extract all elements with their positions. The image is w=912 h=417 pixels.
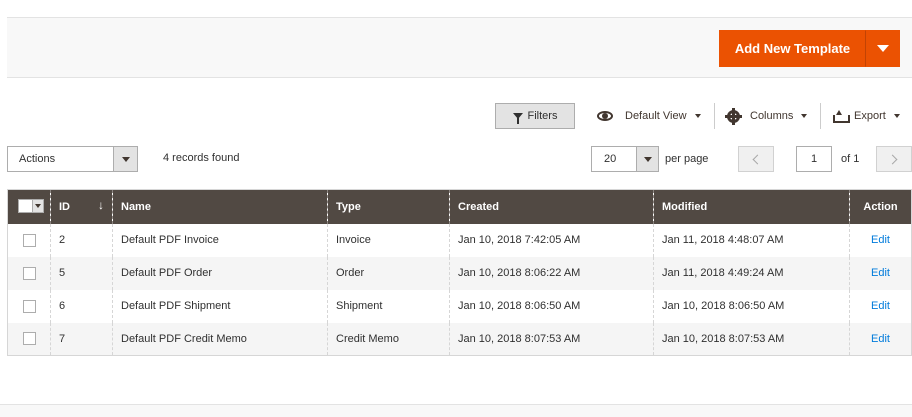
add-new-template-split-button: Add New Template: [719, 30, 900, 67]
cell-type: Invoice: [327, 223, 450, 257]
row-select-cell: [7, 322, 51, 356]
caret-down-icon: [801, 114, 808, 118]
column-header-action: Action: [849, 189, 912, 224]
row-checkbox[interactable]: [23, 266, 36, 280]
page-actions-bar: Add New Template: [7, 17, 912, 78]
table-row: 7 Default PDF Credit Memo Credit Memo Ja…: [7, 322, 912, 356]
cell-id: 7: [50, 322, 113, 356]
actions-label: Actions: [19, 153, 56, 165]
column-label-id: ID: [59, 200, 70, 213]
per-page-dropdown-arrow[interactable]: [636, 147, 658, 171]
toolbar-divider: [714, 103, 715, 129]
filter-icon: [512, 113, 523, 124]
grid-header-row: ID ↓ Name Type Created Modified Action: [7, 189, 912, 224]
cell-id: 6: [50, 289, 113, 323]
footer-band: [0, 404, 912, 417]
cell-name: Default PDF Order: [112, 256, 328, 290]
current-page-input[interactable]: 1: [796, 146, 832, 172]
actions-dropdown-arrow[interactable]: [113, 147, 137, 171]
column-header-type[interactable]: Type: [327, 189, 450, 224]
cell-type: Credit Memo: [327, 322, 450, 356]
mass-select-header: [7, 189, 51, 224]
eye-icon: [597, 111, 613, 121]
table-row: 2 Default PDF Invoice Invoice Jan 10, 20…: [7, 223, 912, 257]
add-template-dropdown-toggle[interactable]: [866, 30, 900, 67]
table-row: 6 Default PDF Shipment Shipment Jan 10, …: [7, 289, 912, 323]
cell-action: Edit: [849, 289, 912, 323]
cell-modified: Jan 10, 2018 8:07:53 AM: [653, 322, 850, 356]
chevron-down-icon: [121, 156, 130, 162]
view-label: Default View: [625, 110, 687, 122]
edit-link[interactable]: Edit: [871, 267, 890, 279]
records-found: 4 records found: [163, 152, 240, 164]
export-control[interactable]: Export: [833, 104, 900, 128]
per-page-label: per page: [665, 153, 709, 165]
add-new-template-button[interactable]: Add New Template: [719, 30, 866, 67]
caret-down-icon: [893, 114, 900, 118]
sort-arrow-icon: ↓: [98, 198, 104, 212]
chevron-down-icon: [35, 203, 41, 208]
row-checkbox[interactable]: [23, 332, 36, 346]
cell-created: Jan 10, 2018 7:42:05 AM: [449, 223, 654, 257]
cell-type: Order: [327, 256, 450, 290]
cell-name: Default PDF Invoice: [112, 223, 328, 257]
export-icon: [833, 109, 850, 123]
edit-link[interactable]: Edit: [871, 300, 890, 312]
chevron-left-icon: [752, 154, 763, 164]
cell-action: Edit: [849, 223, 912, 257]
filters-button[interactable]: Filters: [495, 103, 575, 129]
grid-toolbar: Filters Default View Columns Export: [0, 101, 912, 131]
cell-created: Jan 10, 2018 8:06:50 AM: [449, 289, 654, 323]
cell-modified: Jan 11, 2018 4:49:24 AM: [653, 256, 850, 290]
columns-label: Columns: [750, 110, 794, 122]
edit-link[interactable]: Edit: [871, 333, 890, 345]
cell-modified: Jan 10, 2018 8:06:50 AM: [653, 289, 850, 323]
select-all-box[interactable]: [19, 199, 32, 212]
row-checkbox[interactable]: [23, 299, 36, 313]
cell-id: 2: [50, 223, 113, 257]
previous-page-button[interactable]: [738, 146, 774, 172]
cell-action: Edit: [849, 256, 912, 290]
cell-name: Default PDF Credit Memo: [112, 322, 328, 356]
cell-name: Default PDF Shipment: [112, 289, 328, 323]
columns-control[interactable]: Columns: [725, 104, 808, 128]
cell-modified: Jan 11, 2018 4:48:07 AM: [653, 223, 850, 257]
mass-actions-select[interactable]: Actions: [7, 146, 138, 172]
caret-down-icon: [694, 114, 701, 118]
gear-icon: [725, 107, 742, 125]
toolbar-divider: [820, 103, 821, 129]
page-count: of 1: [841, 153, 860, 165]
chevron-right-icon: [887, 154, 898, 164]
per-page-value: 20: [604, 153, 617, 165]
cell-action: Edit: [849, 322, 912, 356]
row-select-cell: [7, 289, 51, 323]
cell-id: 5: [50, 256, 113, 290]
chevron-down-icon: [643, 156, 652, 162]
table-row: 5 Default PDF Order Order Jan 10, 2018 8…: [7, 256, 912, 290]
row-select-cell: [7, 223, 51, 257]
cell-created: Jan 10, 2018 8:06:22 AM: [449, 256, 654, 290]
view-switcher[interactable]: Default View: [597, 104, 701, 128]
templates-grid: ID ↓ Name Type Created Modified Action 2…: [7, 189, 912, 356]
next-page-button[interactable]: [876, 146, 912, 172]
mass-select-checkbox[interactable]: [18, 198, 44, 213]
chevron-down-icon: [877, 45, 889, 52]
filters-label: Filters: [527, 110, 558, 122]
column-header-id[interactable]: ID ↓: [50, 189, 113, 224]
cell-created: Jan 10, 2018 8:07:53 AM: [449, 322, 654, 356]
column-header-created[interactable]: Created: [449, 189, 654, 224]
column-header-modified[interactable]: Modified: [653, 189, 850, 224]
row-checkbox[interactable]: [23, 233, 36, 247]
export-label: Export: [854, 110, 886, 122]
edit-link[interactable]: Edit: [871, 234, 890, 246]
per-page-select[interactable]: 20: [591, 146, 659, 172]
mass-select-dropdown[interactable]: [32, 199, 43, 212]
cell-type: Shipment: [327, 289, 450, 323]
column-header-name[interactable]: Name: [112, 189, 328, 224]
row-select-cell: [7, 256, 51, 290]
